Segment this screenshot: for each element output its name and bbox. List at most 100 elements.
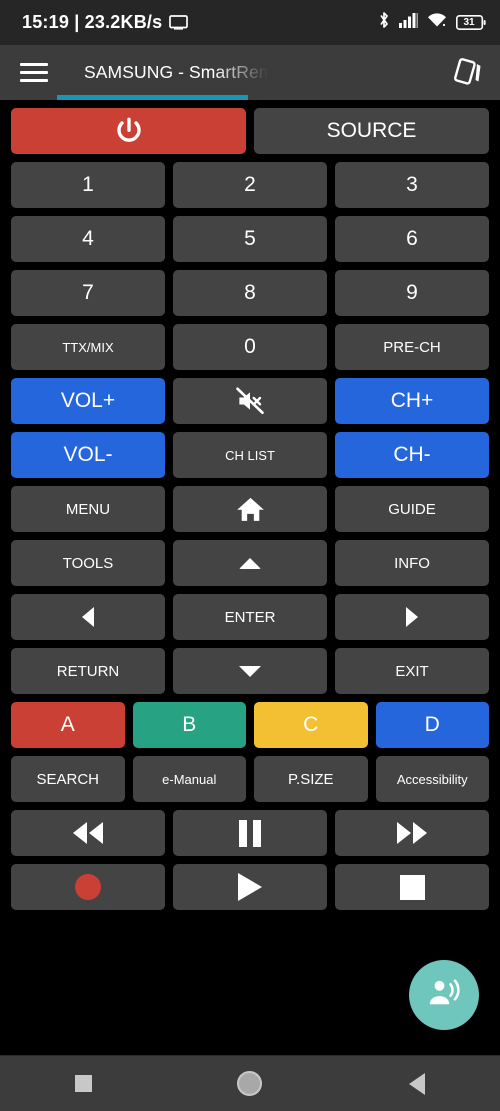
- volume-down-button-label: VOL-: [63, 443, 113, 466]
- play-button[interactable]: [173, 864, 327, 910]
- e-manual-button-label: e-Manual: [162, 771, 217, 787]
- row-123: 1 2 3: [11, 162, 489, 208]
- rewind-button[interactable]: [11, 810, 165, 856]
- volume-down-button[interactable]: VOL-: [11, 432, 165, 478]
- tools-button[interactable]: TOOLS: [11, 540, 165, 586]
- dpad-right-button[interactable]: [335, 594, 489, 640]
- menu-button-label: MENU: [65, 500, 111, 518]
- phone-screen: 15:19 | 23.2KB/s 31 SAMSUNG - SmartRem S…: [0, 0, 500, 1111]
- digit-5-button-label: 5: [244, 227, 256, 250]
- row-456: 4 5 6: [11, 216, 489, 262]
- p-size-button[interactable]: P.SIZE: [254, 756, 368, 802]
- record-button[interactable]: [11, 864, 165, 910]
- exit-button[interactable]: EXIT: [335, 648, 489, 694]
- row-vol-chlist-ch: VOL- CH LIST CH-: [11, 432, 489, 478]
- info-button-label: INFO: [394, 554, 430, 572]
- dpad-left-button[interactable]: [11, 594, 165, 640]
- search-button-label: SEARCH: [36, 770, 99, 788]
- play-icon: [238, 873, 262, 901]
- channel-up-button[interactable]: CH+: [335, 378, 489, 424]
- enter-button[interactable]: ENTER: [173, 594, 327, 640]
- color-b-button[interactable]: B: [132, 702, 246, 748]
- power-icon: [114, 116, 144, 146]
- digit-2-button-label: 2: [244, 173, 256, 196]
- pre-ch-button[interactable]: PRE-CH: [335, 324, 489, 370]
- channel-list-button[interactable]: CH LIST: [173, 432, 327, 478]
- digit-2-button[interactable]: 2: [173, 162, 327, 208]
- record-icon: [75, 874, 101, 900]
- arrow-right-icon: [406, 607, 418, 627]
- recents-square-icon[interactable]: [43, 1056, 123, 1111]
- dpad-up-button[interactable]: [173, 540, 327, 586]
- color-c-button-label: C: [303, 713, 319, 736]
- record-voice-over-icon: [426, 975, 462, 1016]
- guide-button[interactable]: GUIDE: [335, 486, 489, 532]
- digit-5-button[interactable]: 5: [173, 216, 327, 262]
- dpad-down-button[interactable]: [173, 648, 327, 694]
- mute-icon: [235, 386, 265, 416]
- digit-4-button[interactable]: 4: [11, 216, 165, 262]
- battery-icon: 31: [456, 15, 486, 30]
- status-bar-right: 31: [378, 11, 486, 34]
- menu-button[interactable]: MENU: [11, 486, 165, 532]
- arrow-up-icon: [239, 557, 261, 569]
- digit-1-button[interactable]: 1: [11, 162, 165, 208]
- tools-button-label: TOOLS: [62, 554, 114, 572]
- search-button[interactable]: SEARCH: [11, 756, 125, 802]
- voice-command-fab[interactable]: [409, 960, 479, 1030]
- hamburger-menu-icon[interactable]: [6, 45, 62, 100]
- row-menu-home-guide: MENU GUIDE: [11, 486, 489, 532]
- color-a-button[interactable]: A: [11, 702, 125, 748]
- color-c-button[interactable]: C: [254, 702, 368, 748]
- digit-0-button[interactable]: 0: [173, 324, 327, 370]
- color-d-button-label: D: [424, 713, 440, 736]
- stop-icon: [399, 874, 425, 900]
- cellular-signal-icon: [399, 12, 418, 33]
- digit-1-button-label: 1: [82, 173, 94, 196]
- active-tab-underline: [57, 95, 248, 100]
- stop-button[interactable]: [335, 864, 489, 910]
- digit-9-button[interactable]: 9: [335, 270, 489, 316]
- channel-list-button-label: CH LIST: [225, 447, 275, 463]
- digit-7-button[interactable]: 7: [11, 270, 165, 316]
- color-b-button-label: B: [182, 713, 197, 736]
- return-button-label: RETURN: [56, 662, 120, 680]
- monitor-icon: [169, 15, 189, 30]
- exit-button-label: EXIT: [395, 662, 429, 680]
- power-button[interactable]: [11, 108, 246, 154]
- fast-forward-button[interactable]: [335, 810, 489, 856]
- page-title: SAMSUNG - SmartRemote: [84, 62, 274, 82]
- guide-button-label: GUIDE: [388, 500, 436, 518]
- return-button[interactable]: RETURN: [11, 648, 165, 694]
- mute-button[interactable]: [173, 378, 327, 424]
- row-vol-mute-ch: VOL+ CH+: [11, 378, 489, 424]
- accessibility-button[interactable]: Accessibility: [375, 756, 489, 802]
- row-left-enter-right: ENTER: [11, 594, 489, 640]
- channel-down-button[interactable]: CH-: [335, 432, 489, 478]
- volume-up-button[interactable]: VOL+: [11, 378, 165, 424]
- home-circle-icon[interactable]: [210, 1056, 290, 1111]
- battery-percent-label: 31: [463, 16, 475, 28]
- arrow-down-icon: [239, 665, 261, 677]
- arrow-left-icon: [82, 607, 94, 627]
- fast-forward-icon: [391, 820, 433, 846]
- home-icon: [235, 494, 266, 525]
- row-ttx-0-prech: TTX/MIX 0 PRE-CH: [11, 324, 489, 370]
- back-triangle-icon[interactable]: [377, 1056, 457, 1111]
- info-button[interactable]: INFO: [335, 540, 489, 586]
- row-789: 7 8 9: [11, 270, 489, 316]
- color-d-button[interactable]: D: [375, 702, 489, 748]
- cards-stack-icon[interactable]: [450, 56, 484, 90]
- source-button[interactable]: SOURCE: [254, 108, 489, 154]
- pause-button[interactable]: [173, 810, 327, 856]
- enter-button-label: ENTER: [224, 608, 276, 626]
- app-title-container: SAMSUNG - SmartRemote: [84, 45, 274, 100]
- home-button[interactable]: [173, 486, 327, 532]
- digit-8-button[interactable]: 8: [173, 270, 327, 316]
- ttx-mix-button[interactable]: TTX/MIX: [11, 324, 165, 370]
- e-manual-button[interactable]: e-Manual: [132, 756, 246, 802]
- row-tools-up-info: TOOLS INFO: [11, 540, 489, 586]
- digit-3-button[interactable]: 3: [335, 162, 489, 208]
- digit-7-button-label: 7: [82, 281, 94, 304]
- digit-6-button[interactable]: 6: [335, 216, 489, 262]
